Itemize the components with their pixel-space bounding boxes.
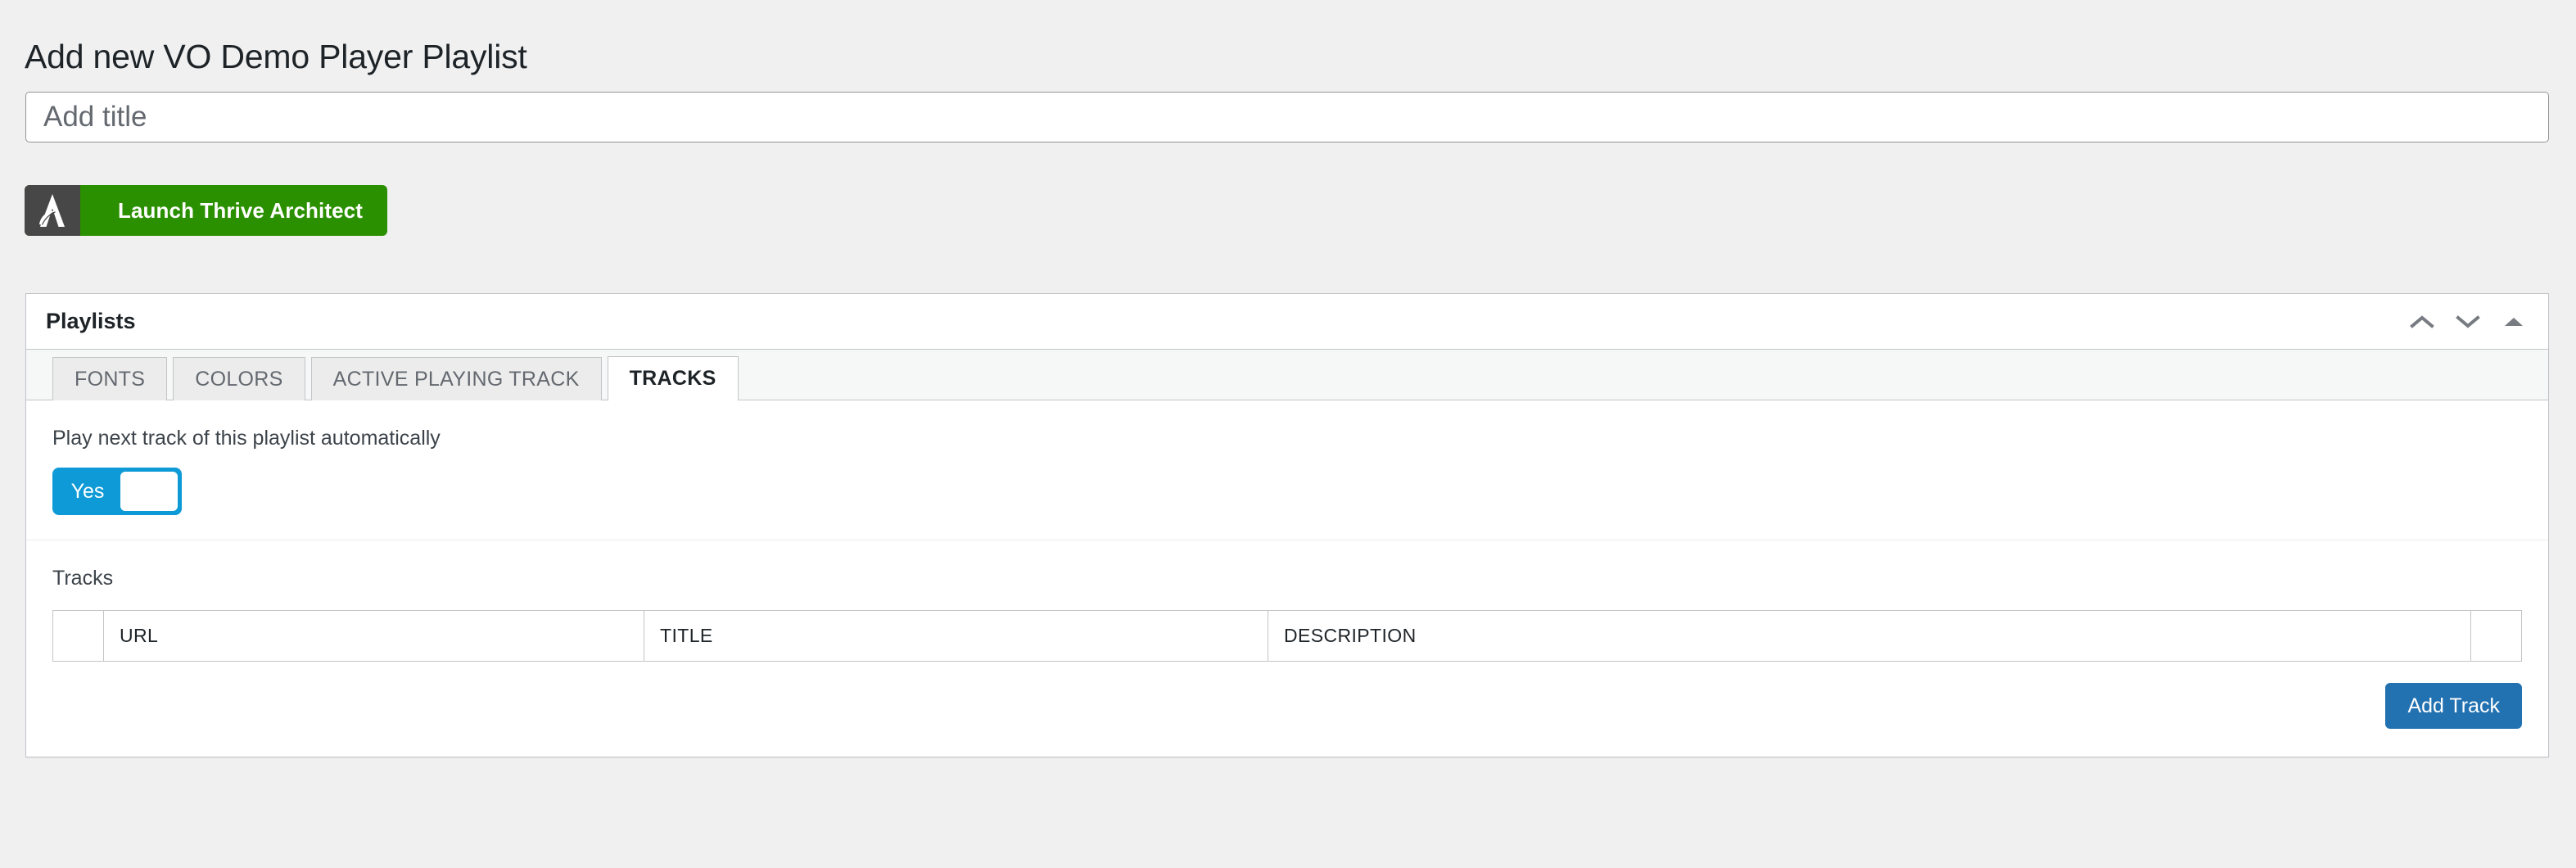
playlists-metabox: Playlists FONTS COLORS ACTIVE PLAYING TR… — [25, 293, 2549, 757]
metabox-title: Playlists — [46, 309, 136, 333]
admin-page: Add new VO Demo Player Playlist Launch T… — [0, 0, 2576, 868]
tab-active-playing-track[interactable]: ACTIVE PLAYING TRACK — [310, 357, 602, 400]
post-title-field — [25, 92, 2549, 142]
autoplay-toggle-value: Yes — [70, 479, 105, 503]
tab-panel-tracks: Play next track of this playlist automat… — [26, 400, 2548, 757]
add-track-button[interactable]: Add Track — [2385, 683, 2522, 729]
thrive-architect-logo-icon — [25, 185, 105, 236]
tracks-table-footer: Add Track — [52, 662, 2522, 732]
tab-tracks[interactable]: TRACKS — [607, 356, 739, 400]
metabox-handle-actions — [2399, 294, 2537, 349]
triangle-up-icon — [2504, 315, 2524, 328]
tracks-column-actions — [2470, 610, 2522, 662]
tab-fonts-label: FONTS — [75, 367, 146, 391]
autoplay-label: Play next track of this playlist automat… — [52, 427, 441, 450]
autoplay-toggle-knob — [120, 472, 178, 511]
toggle-panel-button[interactable] — [2491, 299, 2537, 345]
tracks-heading: Tracks — [52, 567, 114, 590]
tracks-column-url: URL — [103, 610, 644, 662]
autoplay-toggle[interactable]: Yes — [52, 468, 182, 515]
metabox-header: Playlists — [26, 294, 2548, 350]
tracks-column-description: DESCRIPTION — [1268, 610, 2471, 662]
chevron-up-icon — [2410, 314, 2434, 330]
tab-tracks-label: TRACKS — [629, 367, 716, 390]
tracks-column-title: TITLE — [644, 610, 1268, 662]
move-up-button[interactable] — [2399, 299, 2445, 345]
tracks-table-head: URL TITLE DESCRIPTION — [52, 610, 2522, 662]
tracks-section: Tracks URL TITLE DESCRIPTION Add Track — [26, 540, 2548, 757]
post-title-input[interactable] — [25, 92, 2549, 142]
tab-colors-label: COLORS — [195, 367, 283, 391]
tab-fonts[interactable]: FONTS — [52, 357, 168, 400]
tab-active-playing-track-label: ACTIVE PLAYING TRACK — [332, 367, 580, 391]
launch-thrive-architect-button[interactable]: Launch Thrive Architect — [25, 185, 387, 236]
autoplay-section: Play next track of this playlist automat… — [26, 400, 2548, 540]
launch-thrive-architect-label: Launch Thrive Architect — [118, 197, 363, 223]
page-title: Add new VO Demo Player Playlist — [25, 38, 527, 76]
tab-colors[interactable]: COLORS — [173, 357, 305, 400]
chevron-down-icon — [2456, 314, 2480, 330]
move-down-button[interactable] — [2445, 299, 2491, 345]
metabox-tabs: FONTS COLORS ACTIVE PLAYING TRACK TRACKS — [26, 350, 2548, 400]
tracks-column-handle — [52, 610, 104, 662]
tracks-table-header-row: URL TITLE DESCRIPTION — [52, 610, 2522, 662]
tracks-table: URL TITLE DESCRIPTION — [52, 610, 2522, 662]
